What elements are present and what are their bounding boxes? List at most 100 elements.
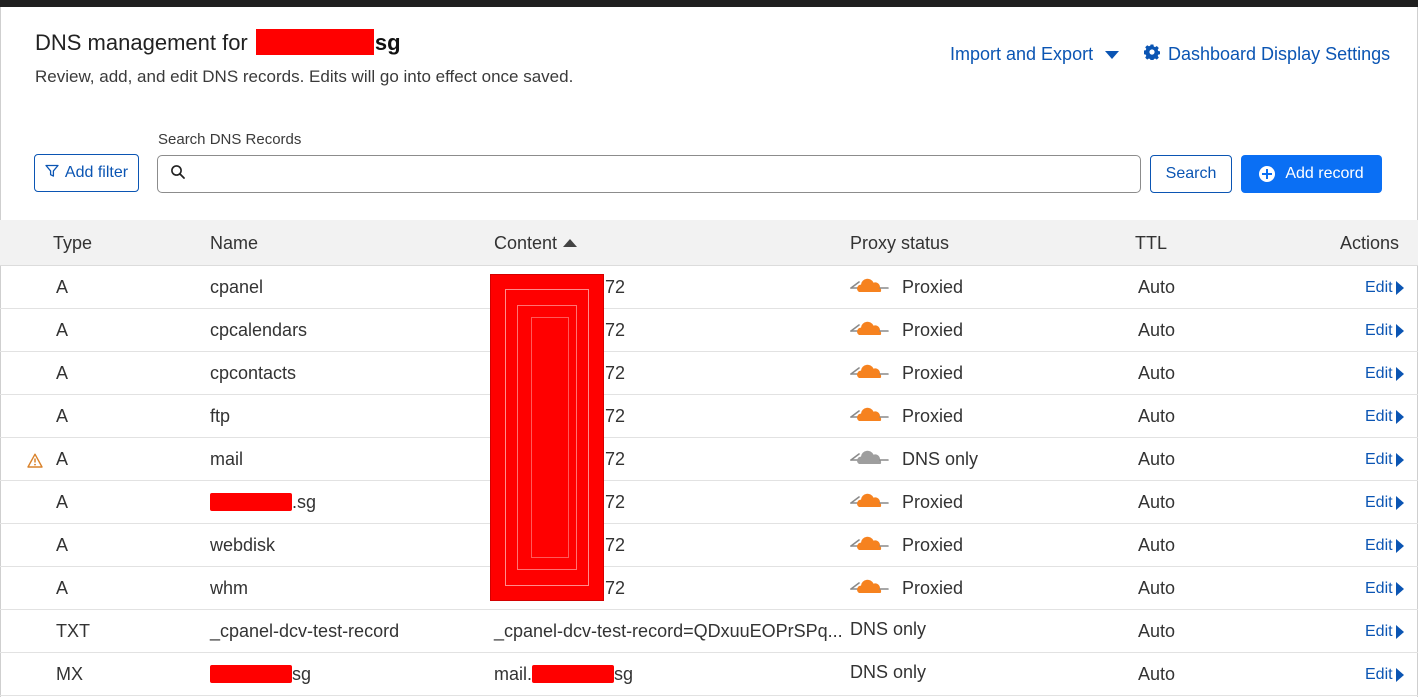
- edit-record-button[interactable]: Edit: [1365, 279, 1404, 297]
- proxy-status-label: DNS only: [850, 662, 927, 682]
- edit-label: Edit: [1365, 623, 1393, 640]
- warning-icon[interactable]: [27, 452, 43, 473]
- record-name-text: ftp: [210, 406, 231, 426]
- edit-label: Edit: [1365, 666, 1393, 683]
- search-button[interactable]: Search: [1150, 155, 1232, 193]
- cloud-proxied-icon: [850, 576, 890, 601]
- edit-record-button[interactable]: Edit: [1365, 537, 1404, 555]
- record-name-text: whm: [210, 578, 249, 598]
- add-record-label: Add record: [1285, 165, 1364, 182]
- column-name[interactable]: Name: [210, 233, 258, 254]
- import-export-label: Import and Export: [950, 44, 1094, 64]
- table-row: Acpcontacts 72 Proxied Auto Edit: [0, 352, 1418, 395]
- proxy-status-label: Proxied: [902, 535, 964, 555]
- table-row: Aftp 72 Proxied Auto Edit: [0, 395, 1418, 438]
- record-content: 72: [605, 578, 626, 598]
- search-input[interactable]: [194, 159, 1140, 189]
- proxy-status-label: Proxied: [902, 406, 964, 426]
- redacted-content-block: [490, 274, 604, 601]
- record-type: A: [56, 578, 69, 598]
- column-ttl[interactable]: TTL: [1135, 233, 1167, 254]
- proxy-status-label: Proxied: [902, 578, 964, 598]
- edit-record-button[interactable]: Edit: [1365, 623, 1404, 641]
- redacted-name: [210, 493, 292, 511]
- edit-record-button[interactable]: Edit: [1365, 580, 1404, 598]
- window-top-bar: [0, 0, 1418, 7]
- column-type[interactable]: Type: [53, 233, 92, 254]
- column-content-label: Content: [494, 233, 558, 253]
- caret-right-icon: [1395, 582, 1404, 596]
- page-title: DNS management for sg: [35, 29, 401, 56]
- proxy-status: Proxied: [850, 318, 963, 343]
- record-name: webdisk: [210, 535, 275, 556]
- edit-record-button[interactable]: Edit: [1365, 666, 1404, 684]
- edit-label: Edit: [1365, 494, 1393, 511]
- dashboard-display-settings-link[interactable]: Dashboard Display Settings: [1143, 44, 1391, 65]
- record-type: MX: [56, 664, 83, 684]
- proxy-status: Proxied: [850, 361, 963, 386]
- record-content-prefix: mail.: [494, 664, 533, 684]
- record-content: 72: [605, 449, 626, 469]
- record-ttl: Auto: [1138, 277, 1176, 297]
- record-name-text: cpcalendars: [210, 320, 308, 340]
- table-header: Type Name Content Proxy status TTL Actio…: [0, 220, 1418, 266]
- edit-record-button[interactable]: Edit: [1365, 322, 1404, 340]
- proxy-status: Proxied: [850, 275, 963, 300]
- record-name-suffix: sg: [292, 664, 312, 684]
- filter-icon: [45, 164, 59, 183]
- chevron-down-icon: [1105, 50, 1120, 59]
- record-name-text: _cpanel-dcv-test-record: [210, 621, 400, 641]
- caret-right-icon: [1395, 453, 1404, 467]
- record-ttl: Auto: [1138, 535, 1176, 555]
- edit-label: Edit: [1365, 451, 1393, 468]
- edit-record-button[interactable]: Edit: [1365, 451, 1404, 469]
- page-subtitle: Review, add, and edit DNS records. Edits…: [35, 67, 574, 86]
- plus-circle-icon: [1259, 166, 1276, 182]
- proxy-status: Proxied: [850, 533, 963, 558]
- table-row: Awebdisk 72 Proxied Auto Edit: [0, 524, 1418, 567]
- dashboard-settings-label: Dashboard Display Settings: [1168, 44, 1391, 64]
- proxy-status: Proxied: [850, 576, 963, 601]
- import-export-menu[interactable]: Import and Export: [950, 44, 1120, 65]
- edit-record-button[interactable]: Edit: [1365, 408, 1404, 426]
- proxy-status: DNS only: [850, 662, 926, 683]
- cloud-proxied-icon: [850, 318, 890, 343]
- record-ttl: Auto: [1138, 664, 1176, 684]
- record-name-text: mail: [210, 449, 244, 469]
- edit-record-button[interactable]: Edit: [1365, 365, 1404, 383]
- edit-label: Edit: [1365, 279, 1393, 296]
- add-filter-label: Add filter: [64, 164, 129, 181]
- search-field[interactable]: [157, 155, 1141, 193]
- table-row: MX sg mail. sg DNS only Auto Edit: [0, 653, 1418, 696]
- search-label: Search DNS Records: [158, 131, 302, 148]
- record-name: ftp: [210, 406, 230, 427]
- caret-right-icon: [1395, 539, 1404, 553]
- table-row: Amail 72 DNS only Auto Edit: [0, 438, 1418, 481]
- record-type: A: [56, 449, 69, 469]
- add-filter-button[interactable]: Add filter: [34, 154, 139, 192]
- proxy-status-label: Proxied: [902, 492, 964, 512]
- cloud-dns-only-icon: [850, 447, 890, 472]
- caret-right-icon: [1395, 410, 1404, 424]
- column-proxy-status[interactable]: Proxy status: [850, 233, 949, 254]
- proxy-status: DNS only: [850, 447, 978, 472]
- column-content[interactable]: Content: [494, 233, 578, 254]
- proxy-status-label: Proxied: [902, 320, 964, 340]
- add-record-button[interactable]: Add record: [1241, 155, 1382, 193]
- redacted-content: [532, 665, 615, 683]
- table-row: Acpanel 72 Proxied Auto Edit: [0, 266, 1418, 309]
- record-content: 72: [605, 363, 626, 383]
- proxy-status: Proxied: [850, 404, 963, 429]
- caret-right-icon: [1395, 281, 1404, 295]
- record-name: _cpanel-dcv-test-record: [210, 621, 399, 642]
- record-type: A: [56, 363, 69, 383]
- record-name: cpcalendars: [210, 320, 307, 341]
- record-name: cpanel: [210, 277, 263, 298]
- record-type: TXT: [56, 621, 90, 641]
- record-type: A: [56, 492, 69, 512]
- edit-record-button[interactable]: Edit: [1365, 494, 1404, 512]
- record-type: A: [56, 320, 69, 340]
- record-type: A: [56, 535, 69, 555]
- cloud-proxied-icon: [850, 533, 890, 558]
- column-actions: Actions: [1340, 233, 1400, 253]
